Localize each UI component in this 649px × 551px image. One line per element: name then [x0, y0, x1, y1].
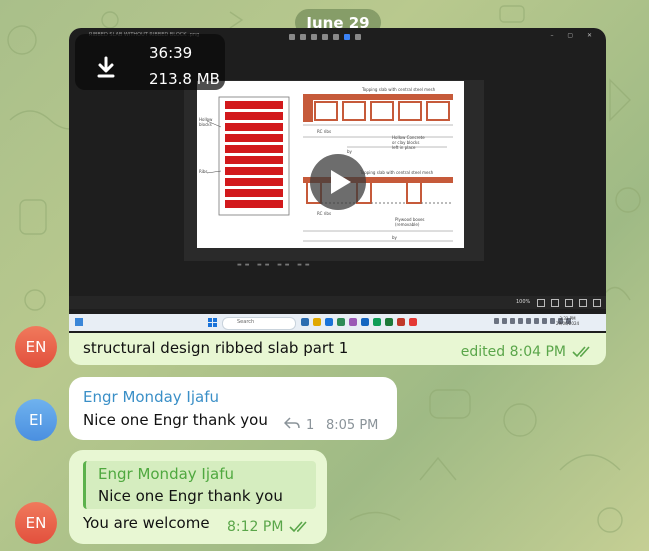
zoom-level: 100% — [516, 299, 531, 305]
quote-sender: Engr Monday Ijafu — [98, 465, 234, 483]
svg-text:Topping slab with central stee: Topping slab with central steel mesh — [361, 87, 436, 92]
message-text: Nice one Engr thank you — [83, 411, 268, 429]
taskbar-clock: 3:31 PM 29/06/2024 — [556, 316, 580, 326]
video-caption: structural design ribbed slab part 1 — [83, 339, 349, 357]
avatar[interactable]: EN — [15, 502, 57, 544]
download-overlay[interactable]: 36:39 213.8 MB — [75, 34, 225, 90]
outgoing-message-bubble[interactable]: Engr Monday Ijafu Nice one Engr thank yo… — [69, 450, 327, 544]
double-check-icon — [572, 346, 590, 358]
quote-text: Nice one Engr thank you — [98, 487, 283, 505]
message-time: 8:05 PM — [326, 418, 379, 433]
play-button[interactable] — [310, 154, 366, 210]
video-duration: 36:39 — [149, 44, 193, 62]
svg-text:left in place: left in place — [392, 145, 416, 150]
image-viewer-statusbar: 100% — [69, 296, 606, 309]
svg-text:by: by — [392, 235, 398, 240]
edited-time: edited 8:04 PM — [460, 344, 566, 360]
message-text: You are welcome — [83, 514, 210, 532]
viewer-controls — [537, 299, 601, 307]
video-message-bubble[interactable]: RIBBED SLAB WITHOUT RIBBED BLOCK .png – … — [69, 28, 606, 365]
image-caption-faded: ▬▬ ▬▬ ▬▬ ▬▬ — [237, 262, 313, 268]
video-message-meta: edited 8:04 PM — [461, 344, 594, 360]
download-arrow-icon[interactable] — [97, 56, 115, 78]
reply-arrow-icon[interactable] — [284, 417, 300, 429]
svg-text:(removable): (removable) — [395, 222, 420, 227]
file-size: 213.8 MB — [149, 70, 220, 88]
svg-text:RC ribs: RC ribs — [317, 129, 331, 134]
video-preview[interactable]: RIBBED SLAB WITHOUT RIBBED BLOCK .png – … — [69, 28, 606, 333]
window-controls: – ▢ ✕ — [550, 32, 598, 39]
reply-quote[interactable]: Engr Monday Ijafu Nice one Engr thank yo… — [83, 461, 316, 509]
svg-text:blocks: blocks — [199, 122, 212, 127]
message-meta: 8:12 PM — [227, 519, 311, 535]
svg-text:Topping slab with central stee: Topping slab with central steel mesh — [359, 170, 434, 175]
windows-start-icon — [208, 318, 217, 327]
taskbar-search: Search — [222, 317, 296, 330]
avatar[interactable]: EN — [15, 326, 57, 368]
widgets-icon — [75, 318, 83, 326]
reply-count[interactable]: 1 — [306, 418, 314, 433]
play-icon — [331, 170, 351, 194]
viewer-toolbar — [289, 34, 361, 40]
avatar[interactable]: EI — [15, 399, 57, 441]
double-check-icon — [289, 521, 308, 533]
windows-taskbar: Search 3:31 PM 29/06/2024 — [69, 314, 606, 331]
sender-name[interactable]: Engr Monday Ijafu — [83, 388, 219, 406]
taskbar-apps — [301, 318, 417, 326]
svg-text:RC ribs: RC ribs — [317, 211, 331, 216]
svg-text:by: by — [347, 149, 353, 154]
incoming-message-bubble[interactable]: Engr Monday Ijafu Nice one Engr thank yo… — [69, 377, 397, 440]
svg-text:Ribs: Ribs — [199, 169, 208, 174]
message-time: 8:12 PM — [227, 519, 284, 535]
